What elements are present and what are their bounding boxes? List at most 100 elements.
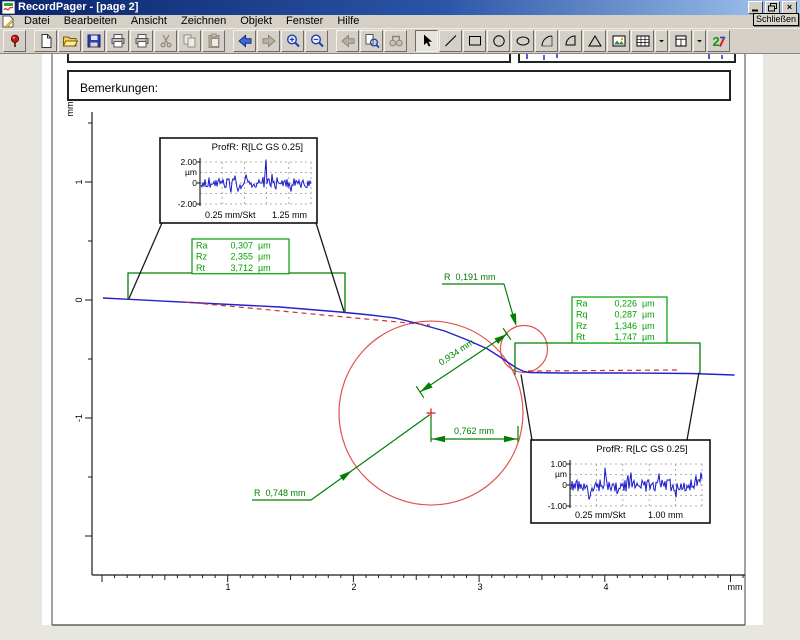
toolbar-save-button[interactable] (82, 30, 105, 52)
menu-item-hilfe[interactable]: Hilfe (330, 15, 366, 28)
menu-item-fenster[interactable]: Fenster (279, 15, 330, 28)
toolbar-rectangle-button[interactable] (463, 30, 486, 52)
stat-unit: µm (258, 240, 271, 250)
inset-x-scale: 0.25 mm/Skt (575, 510, 626, 520)
stat-value: 0,287 (614, 310, 637, 320)
bemerkungen-label: Bemerkungen: (80, 81, 158, 95)
stat-value: 1,346 (614, 321, 637, 331)
stat-name: Rz (196, 252, 207, 262)
x-axis-unit: mm (728, 582, 743, 592)
bemerkungen-box[interactable] (68, 71, 730, 100)
application-window: RecordPager - [page 2] × DateiBearbeiten… (0, 0, 800, 640)
inset-title: ProfR: R[LC GS 0.25] (212, 142, 303, 153)
stat-name: Rq (576, 310, 588, 320)
chevron-down-icon (656, 33, 667, 49)
toolbar-arc-button[interactable] (535, 30, 558, 52)
x-tick-label: 1 (225, 582, 230, 592)
titlebar: RecordPager - [page 2] × (0, 0, 800, 15)
menu-items: DateiBearbeitenAnsichtZeichnenObjektFens… (17, 15, 366, 28)
toolbar-zoom-page-button[interactable] (360, 30, 383, 52)
stat-value: 2,355 (230, 252, 253, 262)
open-folder-icon (62, 33, 78, 49)
y-tick-label: -1 (74, 414, 84, 422)
toolbar: 2 (0, 28, 800, 54)
x-tick-label: 4 (603, 582, 608, 592)
table-grid-icon (635, 33, 651, 49)
toolbar-zoom-out-button[interactable] (305, 30, 328, 52)
rectangle-icon (467, 33, 483, 49)
toolbar-pointer-button[interactable] (415, 30, 438, 52)
y-axis-unit: mm (65, 102, 75, 117)
toolbar-separator (27, 30, 34, 52)
dimension-large-radius-label: R 0,748 mm (254, 488, 306, 498)
menu-item-zeichnen[interactable]: Zeichnen (174, 15, 233, 28)
arrow-left-blue-icon (237, 33, 253, 49)
document-canvas[interactable]: Bemerkungen:1234mm10-1mmProfR: R[LC GS 0… (0, 54, 800, 640)
stat-unit: µm (642, 332, 655, 342)
toolbar-open-button[interactable] (58, 30, 81, 52)
toolbar-paste-button[interactable] (202, 30, 225, 52)
close-icon: × (787, 3, 792, 12)
toolbar-layout-button[interactable] (669, 30, 692, 52)
toolbar-line-button[interactable] (439, 30, 462, 52)
restore-icon (768, 3, 777, 12)
toolbar-pin-button[interactable] (3, 30, 26, 52)
menu-item-bearbeiten[interactable]: Bearbeiten (57, 15, 124, 28)
arrow-left-gray-icon (340, 33, 356, 49)
printer-icon (134, 33, 150, 49)
toolbar-table-dropdown-button[interactable] (655, 30, 668, 52)
stat-value: 0,226 (614, 298, 637, 308)
toolbar-print-button[interactable] (106, 30, 129, 52)
window-title: RecordPager - [page 2] (18, 0, 138, 15)
inset-length: 1.25 mm (272, 210, 307, 220)
zoom-in-icon (285, 33, 301, 49)
top-box-graph (519, 54, 735, 62)
minimize-icon (751, 3, 760, 12)
top-box-left (68, 54, 510, 62)
toolbar-print-preview-button[interactable] (130, 30, 153, 52)
toolbar-find-button[interactable] (384, 30, 407, 52)
stat-name: Ra (196, 240, 208, 250)
stat-name: Rt (196, 263, 205, 273)
menu-item-ansicht[interactable]: Ansicht (124, 15, 174, 28)
line-icon (443, 33, 459, 49)
inset-x-scale: 0.25 mm/Skt (205, 210, 256, 220)
toolbar-table-button[interactable] (631, 30, 654, 52)
dimension-width-label: 0,762 mm (454, 426, 494, 436)
toolbar-new-button[interactable] (34, 30, 57, 52)
pie-arc-icon (563, 33, 579, 49)
toolbar-back-button[interactable] (233, 30, 256, 52)
toolbar-copy-button[interactable] (178, 30, 201, 52)
inset-y-zero: 0 (562, 480, 567, 490)
toolbar-circle-button[interactable] (487, 30, 510, 52)
toolbar-zoom-in-button[interactable] (281, 30, 304, 52)
toolbar-forward-button[interactable] (257, 30, 280, 52)
toolbar-layout-dropdown-button[interactable] (693, 30, 706, 52)
menu-item-datei[interactable]: Datei (17, 15, 57, 28)
menubar: DateiBearbeitenAnsichtZeichnenObjektFens… (0, 15, 800, 28)
paste-icon (206, 33, 222, 49)
inset-y-unit: µm (185, 167, 197, 177)
printer-icon (110, 33, 126, 49)
toolbar-pie-arc-button[interactable] (559, 30, 582, 52)
document-icon (2, 15, 15, 28)
stat-name: Ra (576, 298, 588, 308)
y-tick-label: 0 (74, 297, 84, 302)
y-tick-label: 1 (74, 179, 84, 184)
menu-item-objekt[interactable]: Objekt (233, 15, 279, 28)
inset-y-zero: 0 (192, 178, 197, 188)
stat-unit: µm (642, 310, 655, 320)
toolbar-image-button[interactable] (607, 30, 630, 52)
profile-2-icon: 2 (711, 33, 727, 49)
inset-title: ProfR: R[LC GS 0.25] (596, 444, 687, 455)
toolbar-cut-button[interactable] (154, 30, 177, 52)
toolbar-ellipse-button[interactable] (511, 30, 534, 52)
binoculars-icon (388, 33, 404, 49)
x-tick-label: 3 (477, 582, 482, 592)
toolbar-profile-2-button[interactable]: 2 (707, 30, 730, 52)
toolbar-prev-page-button[interactable] (336, 30, 359, 52)
arrow-right-icon (261, 33, 277, 49)
toolbar-triangle-button[interactable] (583, 30, 606, 52)
pin-icon (7, 33, 23, 49)
ellipse-icon (515, 33, 531, 49)
